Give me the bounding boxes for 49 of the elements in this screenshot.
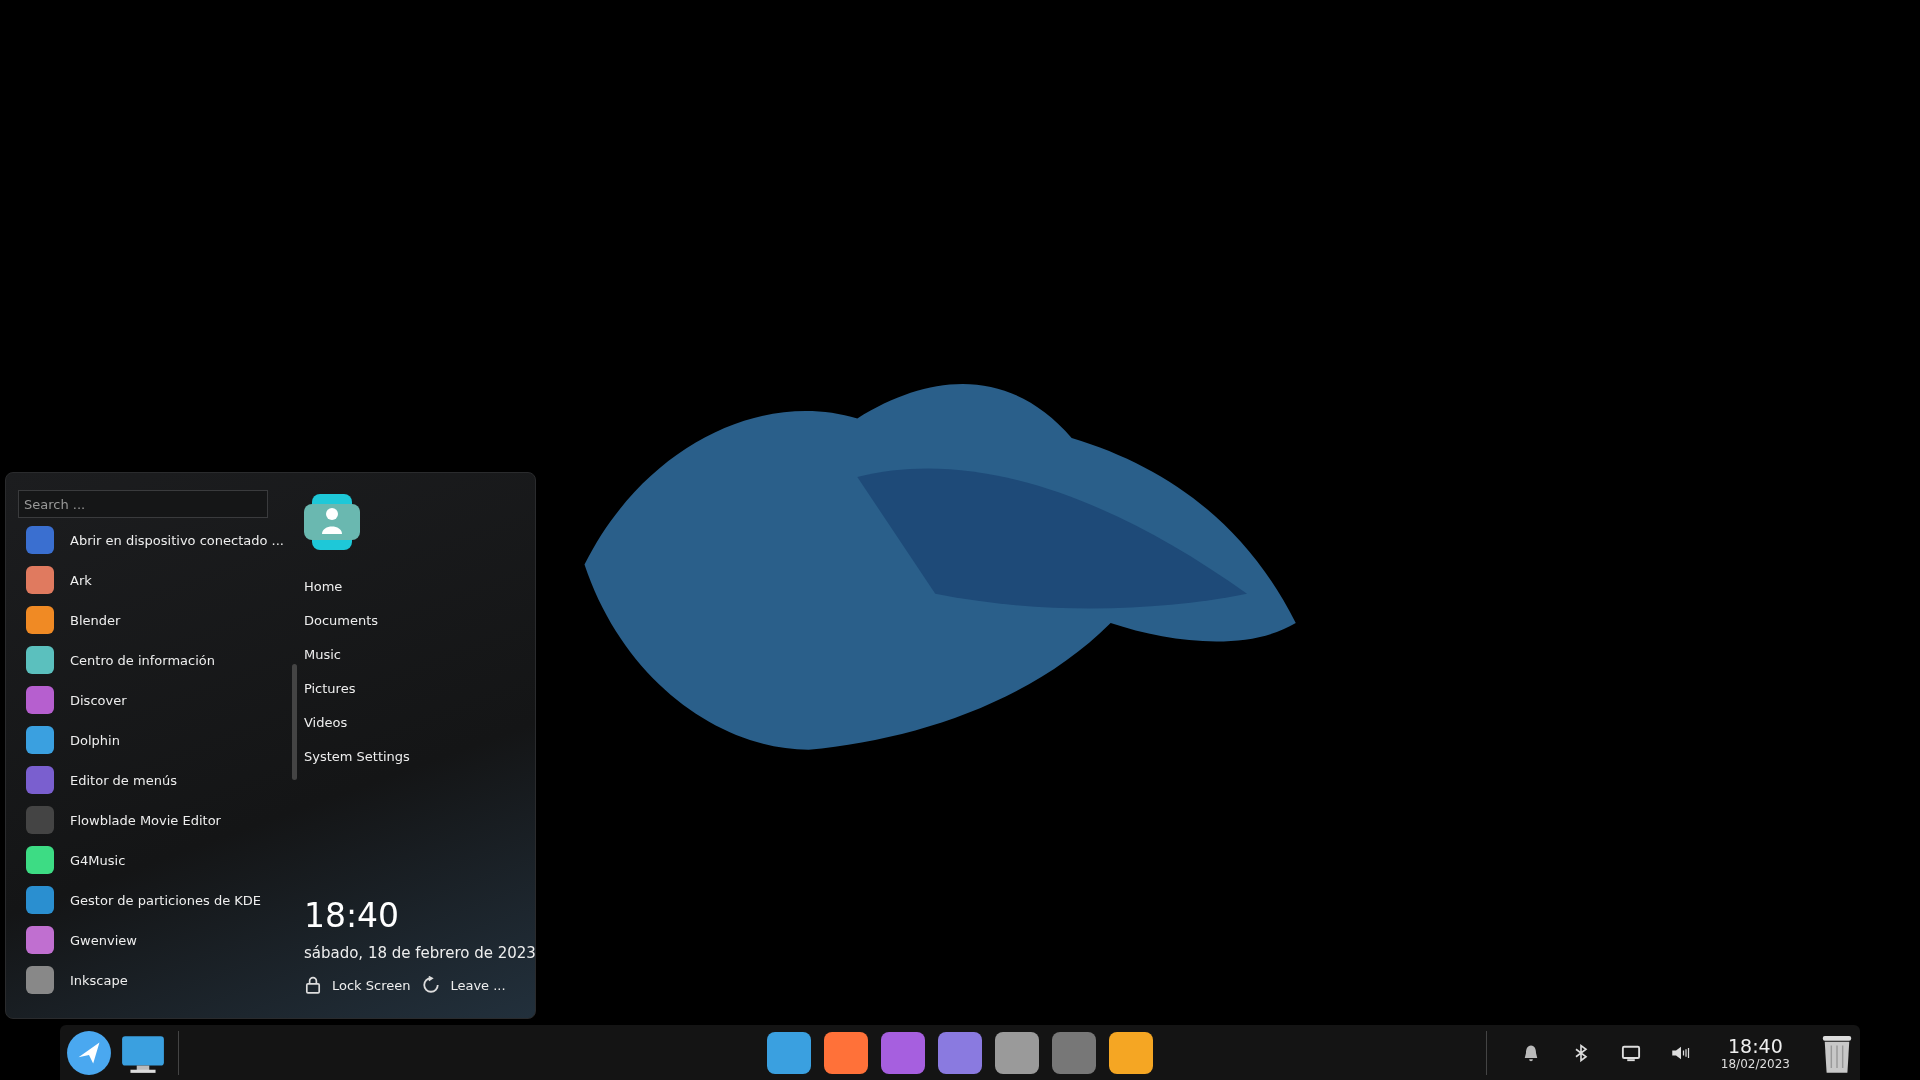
app-list-item[interactable]: Editor de menús [18,760,284,800]
taskbar-clock-date[interactable]: 18/02/2023 [1720,1056,1790,1071]
app-icon [26,846,54,874]
app-icon [26,566,54,594]
app-icon[interactable] [995,1031,1039,1074]
launcher-icon[interactable] [66,1029,112,1076]
app-icon[interactable] [1109,1031,1153,1074]
clock-date: sábado, 18 de febrero de 2023 [303,944,536,962]
app-icon [26,806,54,834]
place-link[interactable]: Pictures [303,680,356,698]
app-icon [26,726,54,754]
scrollbar[interactable] [292,664,297,780]
app-icon [26,926,54,954]
search-field[interactable]: Search ... [18,490,268,518]
app-icon[interactable] [1052,1031,1096,1074]
app-list-item[interactable]: Inkscape [18,960,284,1000]
app-icon[interactable] [881,1031,925,1074]
lock-screen-button[interactable]: Lock Screen [303,974,411,996]
app-list-item[interactable]: Discover [18,680,284,720]
app-list-item[interactable]: Dolphin [18,720,284,760]
place-link[interactable]: Home [303,578,343,596]
app-list-item[interactable]: Abrir en dispositivo conectado ... [18,520,284,560]
place-link[interactable]: System Settings [303,748,410,766]
app-icon [26,766,54,794]
app-icon [26,886,54,914]
app-icon[interactable] [938,1031,982,1074]
app-icon [26,686,54,714]
app-list-item[interactable]: Centro de información [18,640,284,680]
app-icon [26,646,54,674]
app-list-item[interactable]: Gwenview [18,920,284,960]
leave-button[interactable]: Leave ... [422,974,506,996]
app-list-item[interactable]: G4Music [18,840,284,880]
place-link[interactable]: Videos [303,714,348,732]
app-icon[interactable] [824,1031,868,1074]
place-link[interactable]: Documents [303,612,379,630]
taskbar-clock-time[interactable]: 18:40 [1728,1034,1783,1057]
app-list-item[interactable]: Ark [18,560,284,600]
restart-icon [422,976,441,994]
app-icon [26,966,54,994]
place-link[interactable]: Music [303,646,341,664]
lock-icon [303,976,322,994]
app-list-item[interactable]: Gestor de particiones de KDE [18,880,284,920]
app-list-item[interactable]: Flowblade Movie Editor [18,800,284,840]
clock-time: 18:40 [303,896,401,936]
app-icon[interactable] [767,1031,811,1074]
app-icon [26,606,54,634]
app-icon [26,526,54,554]
user-avatar-icon [303,494,360,550]
app-list-item[interactable]: Blender [18,600,284,640]
